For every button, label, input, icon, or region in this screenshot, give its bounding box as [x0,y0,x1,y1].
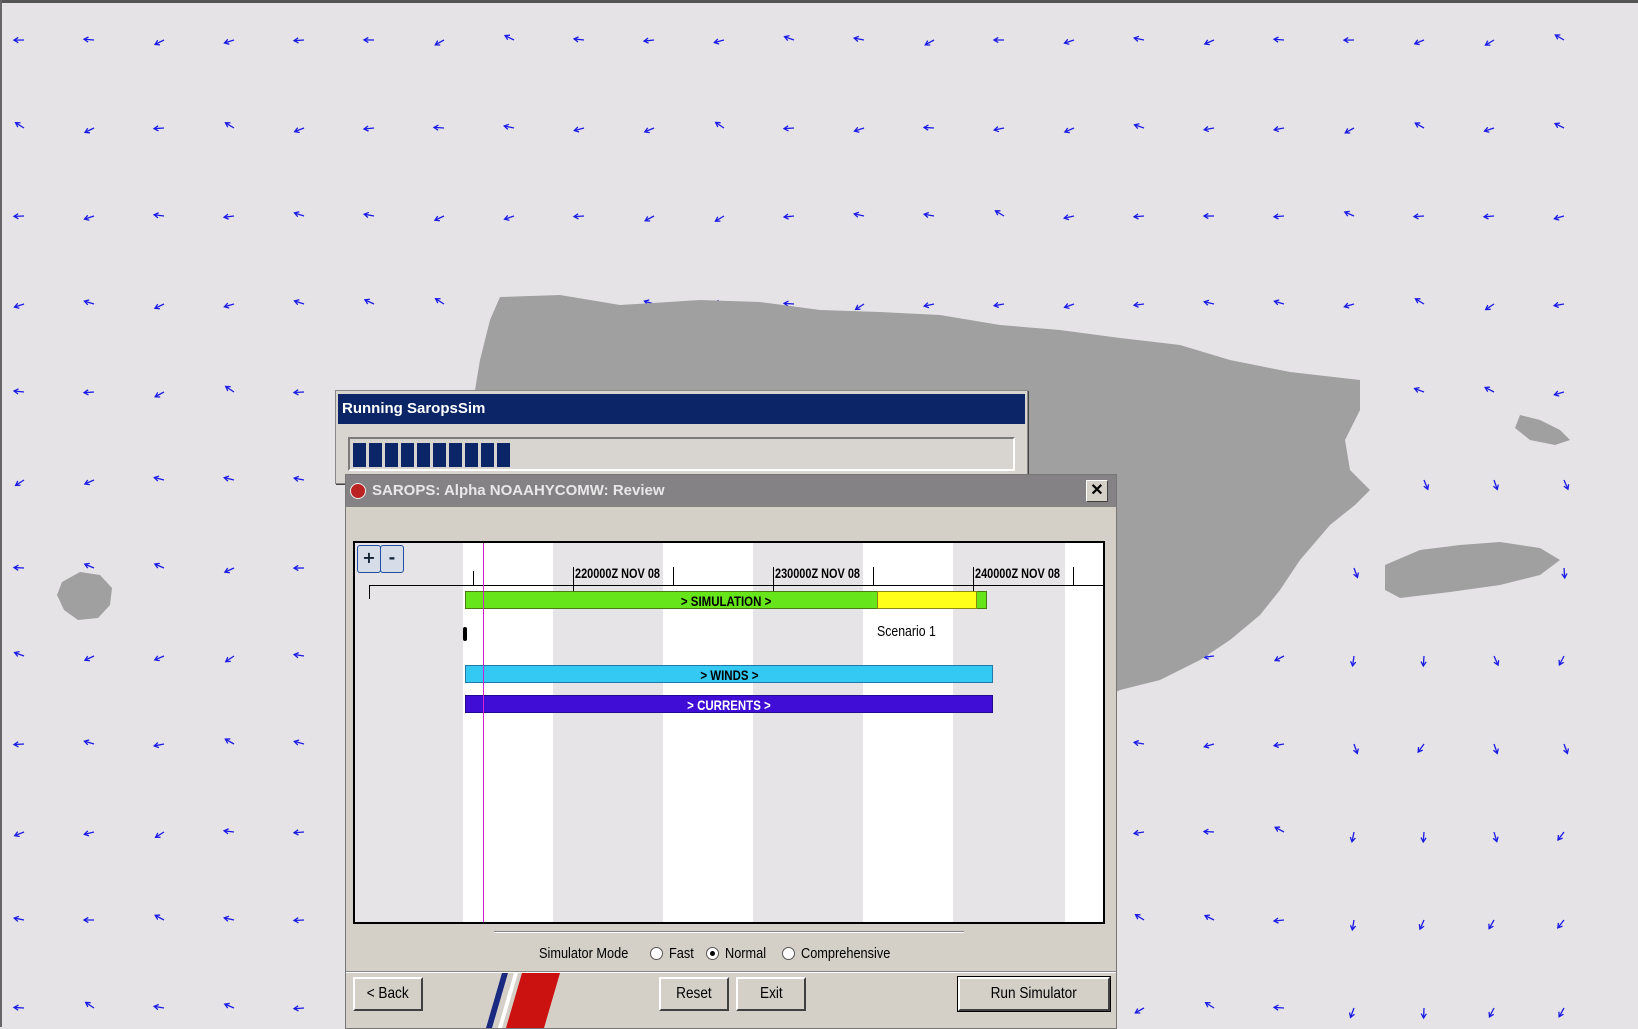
axis-tick [1073,567,1074,585]
zoom-in-button[interactable]: + [357,545,381,573]
timeline-band [1065,543,1105,922]
zoom-out-button[interactable]: - [380,545,404,573]
progress-block [385,443,398,467]
run-simulator-button-label: Run Simulator [991,979,1077,1009]
sarops-review-dialog: SAROPS: Alpha NOAAHYCOMW: Review ✕ + - 2… [345,474,1117,1029]
exit-button[interactable]: Exit [736,977,806,1011]
timeline-band [355,543,463,922]
reset-button-label: Reset [676,979,712,1009]
back-button[interactable]: < Back [353,977,423,1011]
coast-guard-stripe-logo [478,973,588,1028]
close-button[interactable]: ✕ [1086,480,1108,502]
divider [346,971,1116,973]
progress-block [433,443,446,467]
back-button-label: < Back [367,979,409,1009]
divider [494,931,964,933]
winds-bar[interactable]: > WINDS > [465,665,993,683]
mode-option-normal[interactable]: Normal [706,945,773,962]
radio-normal[interactable] [706,947,719,960]
scenario-label: Scenario 1 [877,623,936,640]
progress-bar-fill [353,443,510,467]
reset-button[interactable]: Reset [659,977,729,1011]
axis-tick [473,571,474,585]
review-window-title: SAROPS: Alpha NOAAHYCOMW: Review [372,482,665,499]
progress-block [481,443,494,467]
mode-option-comprehensive[interactable]: Comprehensive [782,945,906,962]
progress-block [497,443,510,467]
left-border [0,0,2,1027]
timeline-date-label: 230000Z NOV 08 [775,565,860,581]
radio-comprehensive[interactable] [782,947,795,960]
simulation-bar-tail [877,591,977,609]
run-simulator-button[interactable]: Run Simulator [958,977,1110,1011]
progress-block [465,443,478,467]
progress-block [417,443,430,467]
simulator-mode-group: Simulator Mode Fast Normal Comprehensive [539,942,914,964]
timeline-panel[interactable]: + - 220000Z NOV 08 230000Z NOV 08 240000… [353,541,1105,924]
currents-bar[interactable]: > CURRENTS > [465,695,993,713]
axis-tick [673,567,674,585]
mode-option-label: Fast [669,945,694,962]
timeline-date-label: 240000Z NOV 08 [975,565,1060,581]
progress-window-title: Running SaropsSim [338,394,1025,424]
mode-option-label: Comprehensive [801,945,890,962]
top-border [0,0,1638,3]
winds-bar-label: > WINDS > [700,666,758,684]
progress-block [369,443,382,467]
progress-bar [348,437,1015,471]
mode-option-label: Normal [725,945,766,962]
time-cursor[interactable] [483,543,484,922]
currents-bar-label: > CURRENTS > [687,696,771,714]
axis-tick [369,585,370,599]
progress-block [401,443,414,467]
timeline-axis [369,585,1103,586]
landmass-puerto-rico [1385,542,1560,598]
progress-block [449,443,462,467]
running-sim-progress-window: Running SaropsSim [335,390,1028,484]
simulation-bar-label: > SIMULATION > [681,592,771,610]
mode-option-fast[interactable]: Fast [650,945,698,962]
axis-tick [873,567,874,585]
sarops-app-icon [350,483,366,499]
simulator-mode-label: Simulator Mode [539,945,628,962]
progress-block [353,443,366,467]
radio-fast[interactable] [650,947,663,960]
simulation-bar[interactable]: > SIMULATION > [465,591,987,609]
review-window-titlebar: SAROPS: Alpha NOAAHYCOMW: Review ✕ [346,475,1116,507]
scenario-marker[interactable] [463,627,467,641]
timeline-date-label: 220000Z NOV 08 [575,565,660,581]
exit-button-label: Exit [760,979,783,1009]
